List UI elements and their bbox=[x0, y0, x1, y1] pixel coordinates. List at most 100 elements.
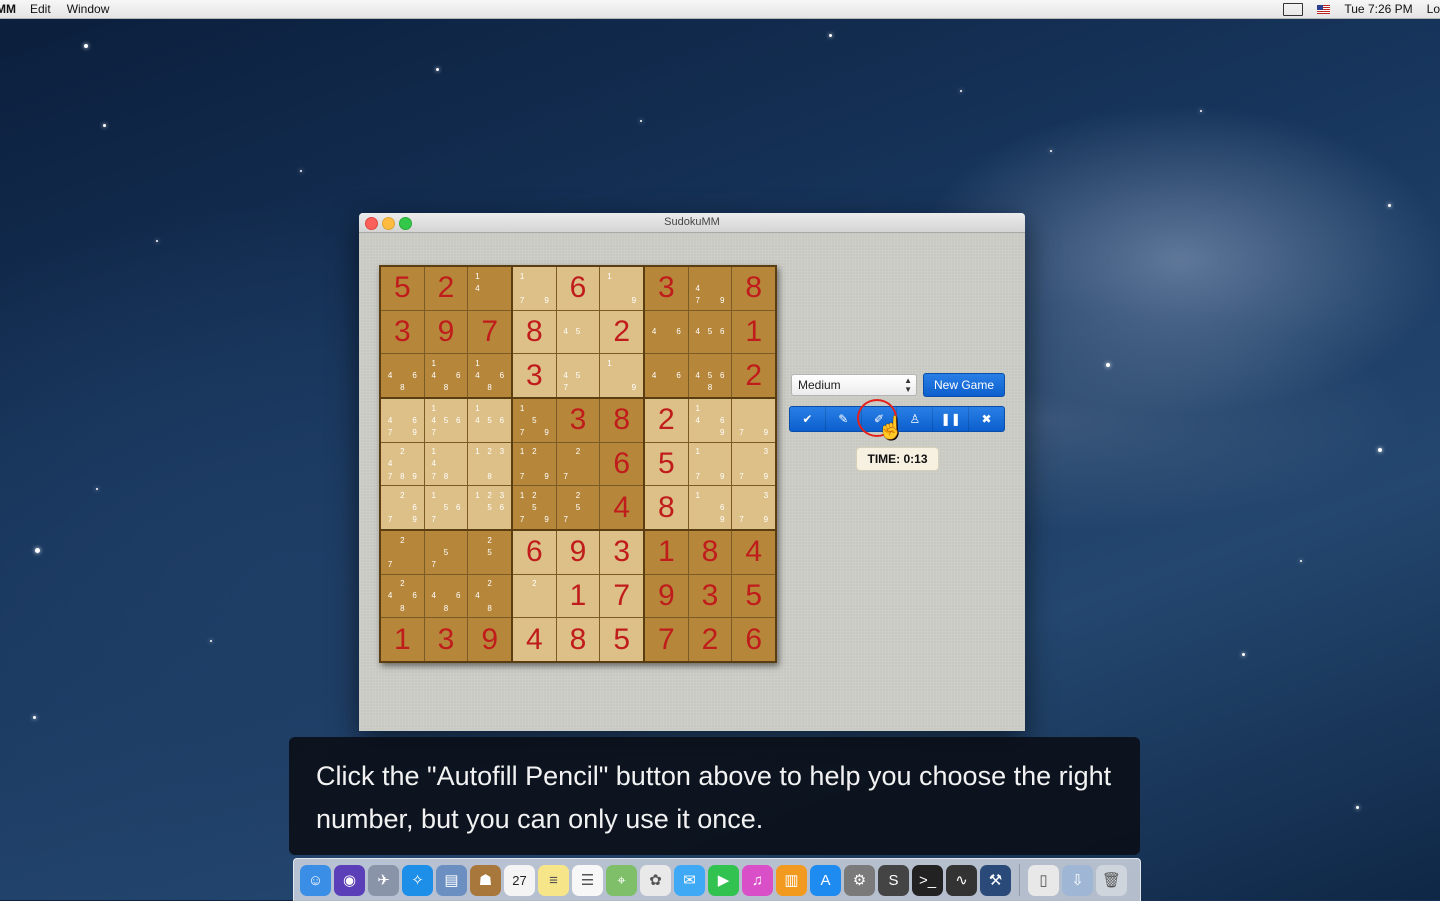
sudoku-cell[interactable]: 12 7 9 bbox=[513, 442, 556, 486]
sudoku-cell[interactable]: 3 7 9 bbox=[732, 486, 775, 529]
sudoku-cell[interactable]: 1 456 bbox=[468, 399, 511, 442]
sudoku-cell[interactable]: 1 7 9 bbox=[688, 442, 732, 486]
facetime-icon[interactable]: ▶ bbox=[708, 864, 739, 896]
contacts-icon[interactable]: ☗ bbox=[470, 864, 501, 896]
sudoku-cell[interactable]: 4 68 bbox=[381, 354, 424, 397]
sudoku-cell[interactable]: 1 4 68 bbox=[468, 354, 511, 397]
sudoku-cell[interactable]: 7 bbox=[600, 574, 643, 618]
sudoku-cell[interactable]: 8 bbox=[600, 399, 643, 442]
xcode-icon[interactable]: ⚒ bbox=[980, 864, 1011, 896]
sudoku-cell[interactable]: 24 789 bbox=[381, 442, 424, 486]
menu-edit[interactable]: Edit bbox=[30, 2, 51, 16]
photos-icon[interactable]: ✿ bbox=[640, 864, 671, 896]
sudoku-cell[interactable]: 8 bbox=[556, 618, 600, 661]
sudoku-cell[interactable]: 1 4 68 bbox=[424, 354, 468, 397]
sudoku-cell[interactable]: 4 bbox=[513, 618, 556, 661]
sudoku-cell[interactable]: 4 7 9 bbox=[688, 267, 732, 310]
pause-button[interactable]: ❚❚ bbox=[933, 407, 970, 431]
sudoku-cell[interactable]: 3 bbox=[688, 574, 732, 618]
launchpad-icon[interactable]: ✈ bbox=[368, 864, 399, 896]
check-button[interactable]: ✔ bbox=[790, 407, 826, 431]
sudoku-cell[interactable]: 46 bbox=[645, 310, 688, 354]
calendar-icon[interactable]: 27 bbox=[504, 864, 535, 896]
sudoku-cell[interactable]: 6 bbox=[513, 531, 556, 574]
sudoku-cell[interactable]: 27 bbox=[556, 442, 600, 486]
sudoku-cell[interactable]: 2 bbox=[732, 354, 775, 397]
notes-icon[interactable]: ≡ bbox=[538, 864, 569, 896]
menu-clock[interactable]: Tue 7:26 PM bbox=[1344, 2, 1412, 16]
airplay-icon[interactable] bbox=[1283, 2, 1304, 16]
sudoku-cell[interactable]: 4 bbox=[732, 531, 775, 574]
sudoku-cell[interactable]: 19 bbox=[600, 354, 643, 397]
sudoku-cell[interactable]: 7 bbox=[468, 310, 511, 354]
sudoku-cell[interactable]: 1579 bbox=[513, 399, 556, 442]
sudoku-cell[interactable]: 8 bbox=[645, 486, 688, 529]
quit-button[interactable]: ✖ bbox=[969, 407, 1004, 431]
close-window-button[interactable] bbox=[365, 217, 378, 230]
sudoku-cell[interactable]: 3 bbox=[645, 267, 688, 310]
trash-icon[interactable]: 🗑 bbox=[1096, 864, 1127, 896]
sudoku-cell[interactable]: 26 7 9 bbox=[381, 486, 424, 529]
menu-window[interactable]: Window bbox=[67, 2, 110, 16]
sudoku-cell[interactable]: 4 68 bbox=[424, 574, 468, 618]
sudoku-cell[interactable]: 19 bbox=[600, 267, 643, 310]
sudoku-cell[interactable]: 456 bbox=[688, 310, 732, 354]
sudoku-cell[interactable]: 9 bbox=[645, 574, 688, 618]
sudoku-cell[interactable]: 2 bbox=[424, 267, 468, 310]
siri-icon[interactable]: ◉ bbox=[334, 864, 365, 896]
sudoku-cell[interactable]: 5 bbox=[732, 574, 775, 618]
preview-icon[interactable]: ▤ bbox=[436, 864, 467, 896]
sudoku-cell[interactable]: 1 7 9 bbox=[513, 267, 556, 310]
sudoku-cell[interactable]: 79 bbox=[732, 399, 775, 442]
sudoku-cell[interactable]: 3 bbox=[556, 399, 600, 442]
sudoku-cell[interactable]: 1 4 78 bbox=[424, 442, 468, 486]
title-bar[interactable]: SudokuMM bbox=[359, 213, 1025, 233]
sudoku-cell[interactable]: 2 bbox=[600, 310, 643, 354]
sudoku-cell[interactable]: 248 bbox=[468, 574, 511, 618]
sudoku-cell[interactable]: 25 bbox=[468, 531, 511, 574]
reminders-icon[interactable]: ☰ bbox=[572, 864, 603, 896]
sudoku-cell[interactable]: 1 bbox=[645, 531, 688, 574]
sudoku-cell[interactable]: 9 bbox=[468, 618, 511, 661]
sudoku-cell[interactable]: 46 bbox=[645, 354, 688, 397]
sudoku-cell[interactable]: 2 bbox=[688, 618, 732, 661]
sudoku-cell[interactable]: 1 bbox=[732, 310, 775, 354]
sudoku-cell[interactable]: 7 bbox=[645, 618, 688, 661]
sudoku-cell[interactable]: 27 bbox=[381, 531, 424, 574]
sudoku-cell[interactable]: 1 bbox=[381, 618, 424, 661]
sudoku-cell[interactable]: 1 bbox=[556, 574, 600, 618]
sudoku-cell[interactable]: 57 bbox=[424, 531, 468, 574]
terminal-icon[interactable]: >_ bbox=[912, 864, 943, 896]
sudoku-cell[interactable]: 6 bbox=[600, 442, 643, 486]
sudoku-cell[interactable]: 12 57 9 bbox=[513, 486, 556, 529]
sudoku-cell[interactable]: 1567 bbox=[424, 486, 468, 529]
sublime-icon[interactable]: S bbox=[878, 864, 909, 896]
pencil-button[interactable]: ✎ bbox=[826, 407, 862, 431]
sudoku-cell[interactable]: 9 bbox=[556, 531, 600, 574]
sudoku-cell[interactable]: 123 8 bbox=[468, 442, 511, 486]
sudoku-cell[interactable]: 4 6 7 9 bbox=[381, 399, 424, 442]
sudoku-cell[interactable]: 8 bbox=[513, 310, 556, 354]
ibooks-icon[interactable]: ▥ bbox=[776, 864, 807, 896]
minimize-window-button[interactable] bbox=[382, 217, 395, 230]
maps-icon[interactable]: ⌖ bbox=[606, 864, 637, 896]
menu-trailing-item[interactable]: Lo bbox=[1427, 2, 1440, 16]
sudoku-cell[interactable]: 4568 bbox=[688, 354, 732, 397]
sudoku-cell[interactable]: 45 bbox=[556, 310, 600, 354]
sudoku-cell[interactable]: 3 bbox=[513, 354, 556, 397]
sudoku-cell[interactable]: 3 bbox=[424, 618, 468, 661]
activity-monitor-icon[interactable]: ∿ bbox=[946, 864, 977, 896]
documents-icon[interactable]: ▯ bbox=[1028, 864, 1059, 896]
sudoku-cell[interactable]: 1 6 9 bbox=[688, 486, 732, 529]
sudoku-cell[interactable]: 2 57 bbox=[556, 486, 600, 529]
sudoku-cell[interactable]: 4 bbox=[600, 486, 643, 529]
input-source-flag-icon[interactable] bbox=[1317, 4, 1331, 14]
app-store-icon[interactable]: A bbox=[810, 864, 841, 896]
menu-app-name[interactable]: MM bbox=[0, 2, 16, 16]
sudoku-cell[interactable]: 3 bbox=[381, 310, 424, 354]
finder-icon[interactable]: ☺ bbox=[300, 864, 331, 896]
sudoku-cell[interactable]: 5 bbox=[381, 267, 424, 310]
sudoku-cell[interactable]: 5 bbox=[600, 618, 643, 661]
sudoku-cell[interactable]: 1 456 7 bbox=[424, 399, 468, 442]
system-preferences-icon[interactable]: ⚙ bbox=[844, 864, 875, 896]
